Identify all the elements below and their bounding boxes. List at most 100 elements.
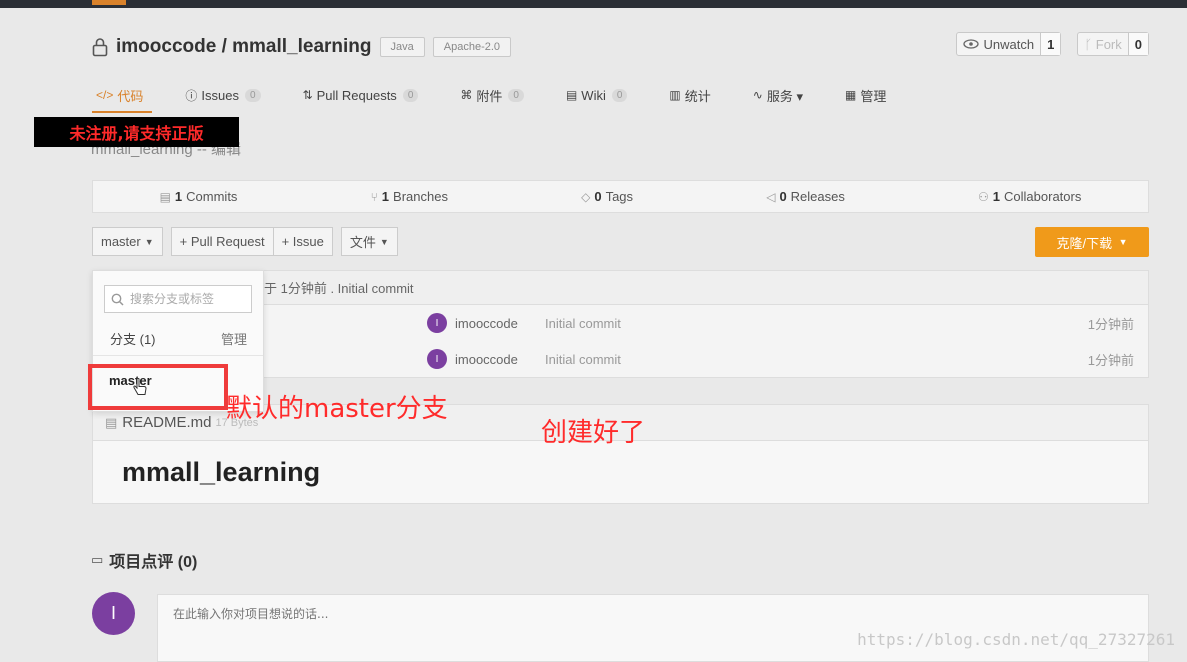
- unregistered-banner: 未注册,请支持正版: [34, 117, 239, 147]
- tab-wiki[interactable]: ▤ Wiki 0: [566, 84, 628, 106]
- new-pull-request-button[interactable]: + Pull Request: [170, 227, 274, 256]
- files-menu-label: 文件: [349, 235, 376, 250]
- hand-cursor-icon: [133, 378, 147, 395]
- fork-label: Fork: [1095, 36, 1122, 52]
- tab-count: 0: [611, 88, 628, 102]
- settings-icon: ▦: [844, 88, 857, 102]
- tag-icon: ◇: [581, 189, 591, 204]
- readme-filename[interactable]: README.md: [122, 414, 211, 431]
- tab-attachments[interactable]: ⌘ 附件 0: [460, 84, 524, 106]
- branch-select-label: master: [101, 234, 141, 249]
- commit-message[interactable]: Initial commit: [545, 316, 621, 331]
- tab-label: 代码: [117, 88, 144, 104]
- tab-pull-requests[interactable]: ⇅ Pull Requests 0: [303, 84, 419, 106]
- tab-count: 0: [244, 88, 261, 102]
- tab-services[interactable]: ∿ 服务 ▾: [753, 84, 803, 106]
- repo-actions: Unwatch 1 ᚴ Fork 0: [955, 32, 1149, 56]
- branch-select[interactable]: master ▼: [92, 227, 163, 256]
- repo-header: imooccode / mmall_learning Java Apache-2…: [92, 33, 512, 61]
- unwatch-label: Unwatch: [983, 36, 1035, 52]
- tab-label: 管理: [860, 88, 887, 104]
- fork-icon: ᚴ: [1084, 36, 1096, 52]
- stat-label: Releases: [790, 189, 845, 204]
- stat-count: 1: [174, 189, 183, 204]
- avatar[interactable]: I: [92, 592, 135, 635]
- tab-label: Issues: [201, 87, 239, 103]
- annotation-default-branch: 默认的master分支: [226, 394, 448, 424]
- avatar[interactable]: I: [427, 349, 447, 369]
- pull-request-icon: ⇅: [302, 88, 313, 102]
- branch-search[interactable]: [104, 285, 252, 313]
- watch-count: 1: [1041, 33, 1061, 55]
- bar-chart-icon: ▥: [669, 88, 681, 102]
- tab-count: 0: [402, 88, 419, 102]
- people-icon: ⚇: [978, 189, 989, 204]
- tab-code[interactable]: </> 代码: [96, 84, 143, 106]
- tab-manage[interactable]: ▦ 管理: [845, 84, 886, 106]
- stat-count: 0: [594, 189, 602, 204]
- annotation-created: 创建好了: [541, 418, 646, 448]
- stat-collaborators[interactable]: ⚇ 1 Collaborators: [978, 189, 1081, 204]
- repo-title[interactable]: imooccode / mmall_learning: [116, 36, 372, 58]
- tab-count: 0: [508, 88, 524, 102]
- commit-message[interactable]: Initial commit: [545, 352, 621, 367]
- manage-branches-link[interactable]: 管理: [221, 329, 247, 348]
- tab-stats[interactable]: ▥ 统计: [669, 84, 710, 106]
- stat-tags[interactable]: ◇ 0 Tags: [581, 189, 633, 204]
- watermark: https://blog.csdn.net/qq_27327261: [857, 630, 1175, 649]
- eye-icon: [962, 39, 979, 49]
- branch-icon: ⑂: [370, 189, 378, 204]
- commit-time: 1分钟前: [1087, 316, 1134, 332]
- new-issue-button[interactable]: + Issue: [273, 227, 333, 256]
- commit-author[interactable]: imooccode: [455, 316, 518, 331]
- comment-input[interactable]: [157, 594, 1149, 662]
- stat-label: Commits: [186, 189, 238, 204]
- comment-icon: ▭: [91, 552, 104, 567]
- stat-label: Tags: [605, 189, 634, 204]
- unwatch-button[interactable]: Unwatch 1: [955, 32, 1062, 56]
- caret-down-icon: ▼: [1116, 237, 1128, 247]
- branches-count-label: 分支 (1): [110, 332, 156, 347]
- license-badge[interactable]: Apache-2.0: [432, 37, 512, 57]
- repo-toolbar: master ▼ + Pull Request + Issue 文件 ▼: [92, 227, 398, 256]
- pulse-icon: ∿: [752, 88, 763, 102]
- search-icon: [111, 293, 124, 306]
- stat-count: 1: [992, 189, 1001, 204]
- tab-label: 服务 ▾: [766, 88, 803, 104]
- tab-label: 附件: [476, 88, 503, 104]
- stat-label: Branches: [393, 189, 448, 204]
- fork-button[interactable]: ᚴ Fork 0: [1077, 32, 1149, 56]
- caret-down-icon: ▼: [144, 236, 154, 247]
- active-tab-indicator: [92, 111, 152, 113]
- clone-label: 克隆/下载: [1056, 235, 1113, 251]
- site-logo[interactable]: [92, 0, 126, 5]
- comments-title-label: 项目点评 (0): [109, 554, 198, 571]
- stat-releases[interactable]: ◁ 0 Releases: [766, 189, 845, 204]
- annotation-highlight-box: [88, 364, 228, 410]
- release-icon: ◁: [766, 189, 776, 204]
- commit-author[interactable]: imooccode: [455, 352, 518, 367]
- stat-count: 1: [381, 189, 390, 204]
- stat-commits[interactable]: ▤ 1 Commits: [160, 189, 238, 204]
- comments-section-title: ▭ 项目点评 (0): [91, 548, 197, 572]
- commit-icon: ▤: [159, 189, 171, 204]
- commit-time: 1分钟前: [1087, 352, 1134, 368]
- tab-label: Wiki: [581, 87, 606, 103]
- stat-count: 0: [779, 189, 787, 204]
- stat-label: Collaborators: [1004, 189, 1082, 204]
- files-menu-button[interactable]: 文件 ▼: [340, 227, 398, 256]
- fork-count: 0: [1128, 33, 1148, 55]
- stat-branches[interactable]: ⑂ 1 Branches: [371, 189, 448, 204]
- tab-issues[interactable]: ⓘ Issues 0: [185, 84, 261, 106]
- lock-icon: [92, 38, 108, 57]
- repo-stats-bar: ▤ 1 Commits ⑂ 1 Branches ◇ 0 Tags ◁ 0 Releases ⚇…: [92, 180, 1149, 213]
- caret-down-icon: ▼: [379, 236, 389, 247]
- clone-download-button[interactable]: 克隆/下载 ▼: [1035, 227, 1149, 257]
- branch-search-input[interactable]: [130, 292, 250, 306]
- avatar[interactable]: I: [427, 313, 447, 333]
- language-badge[interactable]: Java: [379, 37, 425, 57]
- divider: [93, 355, 263, 356]
- paperclip-icon: ⌘: [460, 88, 473, 102]
- tab-label: Pull Requests: [316, 87, 397, 103]
- file-icon: ▤: [105, 414, 118, 430]
